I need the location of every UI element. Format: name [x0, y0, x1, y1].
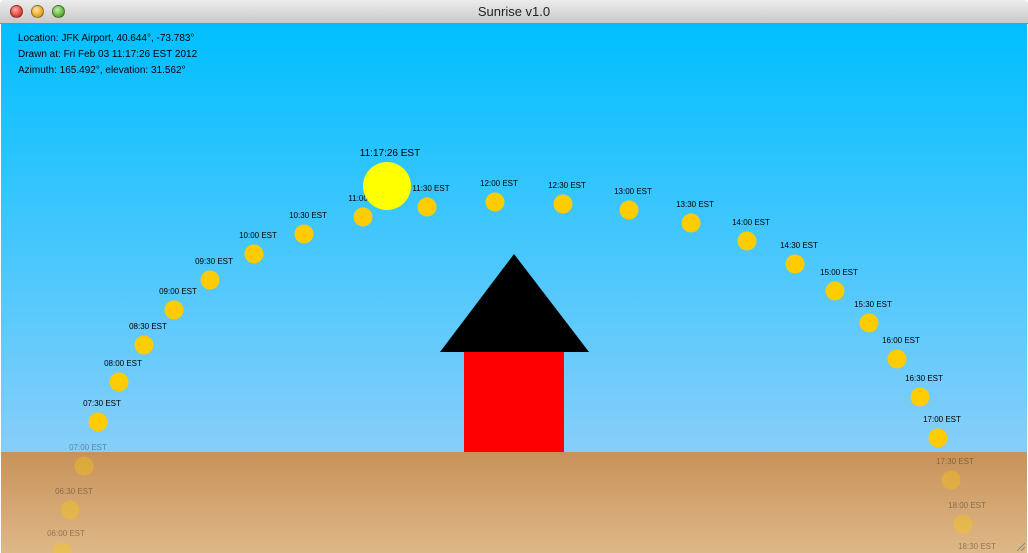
sun-position-dot: [88, 412, 108, 432]
location-text: Location: JFK Airport, 40.644°, -73.783°: [18, 33, 195, 44]
sun-position-time-label: 18:00 EST: [948, 501, 986, 510]
sun-position-dot: [737, 231, 757, 251]
azimuth-elevation-text: Azimuth: 165.492°, elevation: 31.562°: [18, 65, 186, 76]
sun-position-dot: [134, 335, 154, 355]
sun-position-dot: [60, 500, 80, 520]
title-bar[interactable]: Sunrise v1.0: [0, 0, 1028, 24]
sun-position-time-label: 11:30 EST: [412, 184, 449, 193]
sun-position-dot: [109, 372, 129, 392]
sun-position-time-label: 15:00 EST: [820, 268, 858, 277]
sun-position-dot: [294, 224, 314, 244]
ground: [1, 452, 1027, 553]
sun-position-time-label: 08:30 EST: [129, 322, 167, 331]
sun-position-dot: [859, 313, 879, 333]
sun-position-time-label: 13:30 EST: [676, 200, 714, 209]
sun-position-time-label: 17:30 EST: [936, 457, 974, 466]
current-sun-time-label: 11:17:26 EST: [360, 148, 420, 159]
sun-position-time-label: 10:30 EST: [289, 211, 327, 220]
sun-position-dot: [887, 349, 907, 369]
resize-grip-icon[interactable]: [1015, 541, 1025, 551]
sun-position-dot: [553, 194, 573, 214]
sun-position-dot: [619, 200, 639, 220]
sun-position-dot: [785, 254, 805, 274]
sun-position-dot: [74, 456, 94, 476]
window-title: Sunrise v1.0: [477, 4, 551, 19]
sun-position-dot: [244, 244, 264, 264]
sun-position-time-label: 06:30 EST: [55, 487, 93, 496]
sun-position-time-label: 15:30 EST: [854, 300, 892, 309]
sun-position-time-label: 14:30 EST: [780, 241, 818, 250]
sun-position-dot: [200, 270, 220, 290]
sun-position-dot: [953, 514, 973, 534]
drawn-at-text: Drawn at: Fri Feb 03 11:17:26 EST 2012: [18, 49, 198, 60]
sun-position-time-label: 16:00 EST: [882, 336, 920, 345]
sun-position-dot: [485, 192, 505, 212]
sun-path-canvas: 07:30 EST 08:00 EST 08:30 EST 09:00 EST 09:3…: [1, 24, 1027, 553]
scene-drawing: 07:30 EST 08:00 EST 08:30 EST 09:00 EST 09:3…: [1, 24, 1027, 553]
sun-position-time-label: 06:00 EST: [47, 529, 85, 538]
sun-position-dot: [941, 470, 961, 490]
sun-position-dot: [825, 281, 845, 301]
sun-position-dot: [164, 300, 184, 320]
sun-position-dot: [417, 197, 437, 217]
sun-position-dot: [681, 213, 701, 233]
sun-position-time-label: 16:30 EST: [905, 374, 943, 383]
sun-position-time-label: 09:00 EST: [159, 287, 197, 296]
sun-position-dot: [353, 207, 373, 227]
sun-position-time-label: 13:00 EST: [614, 187, 652, 196]
app-window: Sunrise v1.0 07:30 EST 08:00 EST 08:30 EST…: [0, 0, 1028, 553]
sun-position-dot: [910, 387, 930, 407]
sun-position-time-label: 08:00 EST: [104, 359, 142, 368]
current-sun: [363, 162, 411, 210]
sun-position-time-label: 18:30 EST: [958, 542, 996, 551]
sun-position-time-label: 07:00 EST: [69, 443, 107, 452]
sun-position-time-label: 17:00 EST: [923, 415, 961, 424]
sun-position-dot: [928, 428, 948, 448]
sun-position-time-label: 12:30 EST: [548, 181, 586, 190]
sun-position-time-label: 10:00 EST: [239, 231, 277, 240]
house-wall: [464, 352, 564, 452]
sun-position-time-label: 07:30 EST: [83, 399, 121, 408]
sun-position-time-label: 12:00 EST: [480, 179, 518, 188]
sun-position-time-label: 09:30 EST: [195, 257, 233, 266]
sun-position-time-label: 14:00 EST: [732, 218, 770, 227]
